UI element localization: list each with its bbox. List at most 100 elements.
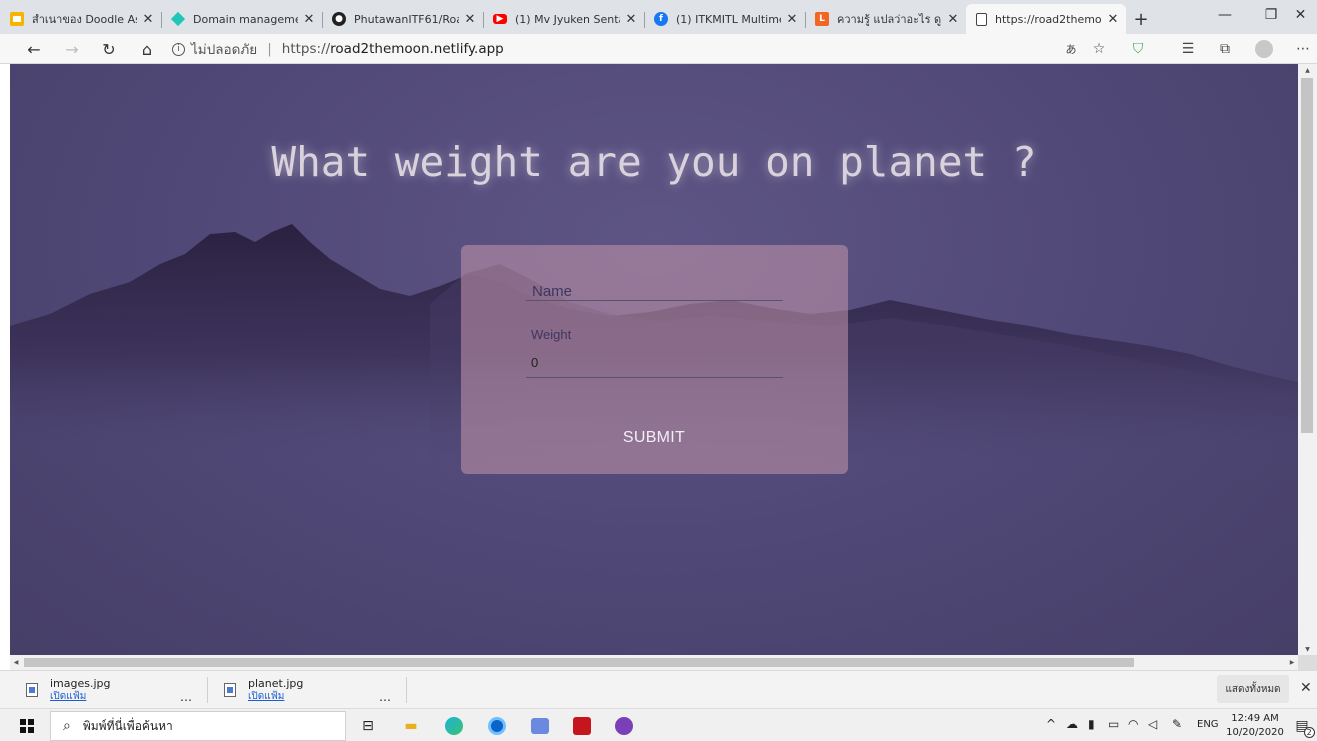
- windows-taskbar: ⌕ พิมพ์ที่นี่เพื่อค้นหา ⊟ ▬ ^ ☁ ▮ ▭ ◠ ◁ …: [0, 708, 1317, 741]
- info-icon[interactable]: i: [172, 42, 185, 56]
- close-tab-icon[interactable]: ✕: [463, 12, 477, 27]
- tab-strip: สำเนาของ Doodle Astro ✕ Domain managemen…: [0, 0, 1317, 34]
- wifi-icon[interactable]: ◠: [1128, 717, 1138, 731]
- close-downloads-icon[interactable]: ✕: [1300, 680, 1312, 696]
- notification-center-icon[interactable]: ▤ 2: [1290, 714, 1315, 738]
- open-file-link[interactable]: เปิดแฟ้ม: [248, 690, 303, 703]
- back-arrow-icon[interactable]: ←: [21, 37, 47, 61]
- extension-shield-icon[interactable]: ⛉: [1125, 37, 1151, 61]
- close-tab-icon[interactable]: ✕: [1106, 12, 1120, 27]
- home-icon[interactable]: ⌂: [134, 37, 160, 61]
- weight-label: Weight: [531, 327, 572, 342]
- weight-input[interactable]: [526, 349, 783, 375]
- collections-icon[interactable]: ⧉: [1212, 37, 1238, 61]
- profile-avatar-icon[interactable]: [1251, 37, 1277, 61]
- tab-title: PhutawanITF61/Road2: [354, 12, 459, 26]
- notification-count: 2: [1303, 727, 1315, 738]
- minimize-button[interactable]: —: [1202, 0, 1248, 30]
- name-field: [526, 281, 783, 301]
- taskbar-search[interactable]: ⌕ พิมพ์ที่นี่เพื่อค้นหา: [50, 711, 346, 741]
- download-item[interactable]: images.jpg เปิดแฟ้ม: [26, 671, 111, 709]
- url-host: road2themoon.netlify.app: [330, 41, 504, 57]
- taskbar-search-placeholder: พิมพ์ที่นี่เพื่อค้นหา: [82, 718, 173, 733]
- favorites-icon[interactable]: ☰: [1175, 37, 1201, 61]
- github-desktop-icon[interactable]: [612, 714, 636, 738]
- refresh-icon[interactable]: ↻: [96, 37, 122, 61]
- new-tab-button[interactable]: +: [1126, 4, 1156, 34]
- weight-form: Weight SUBMIT: [461, 245, 848, 474]
- scroll-up-arrow-icon[interactable]: ▲: [1298, 64, 1317, 76]
- image-file-icon: [26, 683, 38, 697]
- system-clock[interactable]: 12:49 AM 10/20/2020: [1226, 712, 1284, 740]
- url-scheme: https://: [281, 41, 331, 57]
- show-hidden-icons-icon[interactable]: ^: [1046, 717, 1056, 731]
- input-language[interactable]: ENG: [1197, 719, 1219, 730]
- github-icon: ●: [332, 12, 346, 26]
- cortana-app-icon[interactable]: [485, 714, 509, 738]
- task-view-icon[interactable]: ⊟: [356, 714, 380, 738]
- download-divider: [207, 677, 208, 703]
- translate-icon[interactable]: あ: [1058, 37, 1084, 61]
- page-icon: [976, 12, 987, 26]
- favorite-star-icon[interactable]: ☆: [1086, 37, 1112, 61]
- slides-icon: [10, 12, 24, 26]
- address-bar[interactable]: i ไม่ปลอดภัย | https://road2themoon.netl…: [172, 37, 504, 61]
- tab-title: (1) Mv Jyuken Sentai G: [515, 12, 620, 26]
- tab-title: Domain management |: [193, 12, 298, 26]
- microphone-icon[interactable]: ▮: [1088, 717, 1095, 731]
- navigation-bar: ← → ↻ ⌂ i ไม่ปลอดภัย | https://road2them…: [0, 34, 1317, 64]
- close-tab-icon[interactable]: ✕: [141, 12, 155, 27]
- scrollbar-corner: [1298, 655, 1317, 670]
- vertical-scroll-thumb[interactable]: [1301, 78, 1313, 433]
- tab-facebook[interactable]: f (1) ITKMITL Multimedi ✕: [644, 4, 805, 34]
- volume-icon[interactable]: ◁: [1148, 717, 1157, 731]
- tab-doodle-astro[interactable]: สำเนาของ Doodle Astro ✕: [0, 4, 161, 34]
- forward-arrow-icon[interactable]: →: [59, 37, 85, 61]
- vertical-scrollbar[interactable]: ▲ ▼: [1298, 64, 1317, 655]
- close-tab-icon[interactable]: ✕: [624, 12, 638, 27]
- edge-browser-icon[interactable]: [442, 714, 466, 738]
- tab-dictionary[interactable]: L ความรู้ แปลว่าอะไร ดูความ ✕: [805, 4, 966, 34]
- security-status[interactable]: ไม่ปลอดภัย: [191, 38, 257, 60]
- downloads-shelf: images.jpg เปิดแฟ้ม ⋯ planet.jpg เปิดแฟ้…: [0, 670, 1317, 708]
- close-window-button[interactable]: ✕: [1284, 0, 1317, 30]
- close-tab-icon[interactable]: ✕: [785, 12, 799, 27]
- weight-field: [526, 349, 783, 378]
- file-explorer-icon[interactable]: ▬: [399, 714, 423, 738]
- image-file-icon: [224, 683, 236, 697]
- scroll-left-arrow-icon[interactable]: ◀: [10, 655, 22, 670]
- clock-time: 12:49 AM: [1231, 713, 1279, 724]
- more-options-icon[interactable]: ⋯: [1290, 37, 1316, 61]
- horizontal-scrollbar[interactable]: ◀ ▶: [10, 655, 1298, 670]
- windows-start-icon[interactable]: [20, 719, 34, 733]
- horizontal-scroll-thumb[interactable]: [24, 658, 1134, 667]
- tab-road2themoon[interactable]: https://road2themoon ✕: [966, 4, 1126, 34]
- scroll-down-arrow-icon[interactable]: ▼: [1298, 643, 1317, 655]
- name-input[interactable]: [526, 281, 783, 301]
- tab-domain-management[interactable]: Domain management | ✕: [161, 4, 322, 34]
- download-filename: images.jpg: [50, 677, 111, 690]
- download-filename: planet.jpg: [248, 677, 304, 690]
- close-tab-icon[interactable]: ✕: [946, 12, 960, 27]
- dictionary-icon: L: [815, 12, 829, 26]
- tab-github-repo[interactable]: ● PhutawanITF61/Road2 ✕: [322, 4, 483, 34]
- tab-title: สำเนาของ Doodle Astro: [32, 13, 137, 26]
- show-all-downloads-button[interactable]: แสดงทั้งหมด: [1217, 675, 1289, 703]
- battery-icon[interactable]: ▭: [1108, 717, 1119, 731]
- netlify-icon: [170, 11, 186, 27]
- close-tab-icon[interactable]: ✕: [302, 12, 316, 27]
- search-icon: ⌕: [63, 718, 71, 734]
- youtube-icon: ▶: [493, 14, 507, 24]
- pen-icon[interactable]: ✎: [1172, 717, 1182, 731]
- facebook-icon: f: [654, 12, 668, 26]
- open-file-link[interactable]: เปิดแฟ้ม: [50, 690, 111, 703]
- store-app-icon[interactable]: [528, 714, 552, 738]
- tab-youtube[interactable]: ▶ (1) Mv Jyuken Sentai G ✕: [483, 4, 644, 34]
- onedrive-icon[interactable]: ☁: [1066, 717, 1078, 731]
- page-title: What weight are you on planet ?: [271, 138, 1037, 186]
- submit-button[interactable]: SUBMIT: [589, 423, 719, 453]
- clock-date: 10/20/2020: [1226, 727, 1284, 738]
- download-item[interactable]: planet.jpg เปิดแฟ้ม: [224, 671, 303, 709]
- scroll-right-arrow-icon[interactable]: ▶: [1286, 655, 1298, 670]
- garena-app-icon[interactable]: [570, 714, 594, 738]
